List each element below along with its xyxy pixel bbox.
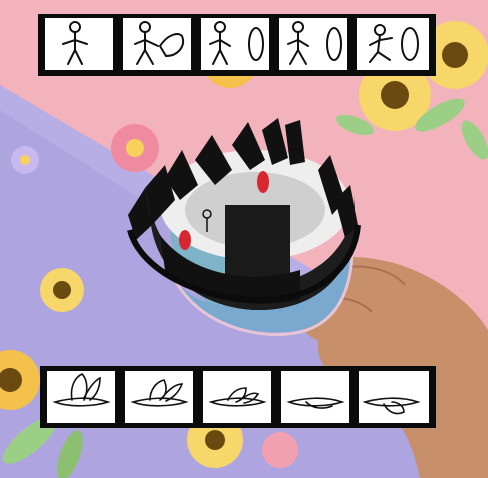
bird-wings-up-icon bbox=[52, 373, 111, 407]
bird-wings-mid-icon bbox=[208, 387, 267, 407]
scene bbox=[0, 0, 488, 478]
bird-wings-down-icon bbox=[362, 397, 421, 415]
bird-wings-mid-icon bbox=[130, 379, 189, 407]
bottom-strip-birds bbox=[52, 373, 421, 415]
bird-wings-down-icon bbox=[286, 397, 345, 409]
